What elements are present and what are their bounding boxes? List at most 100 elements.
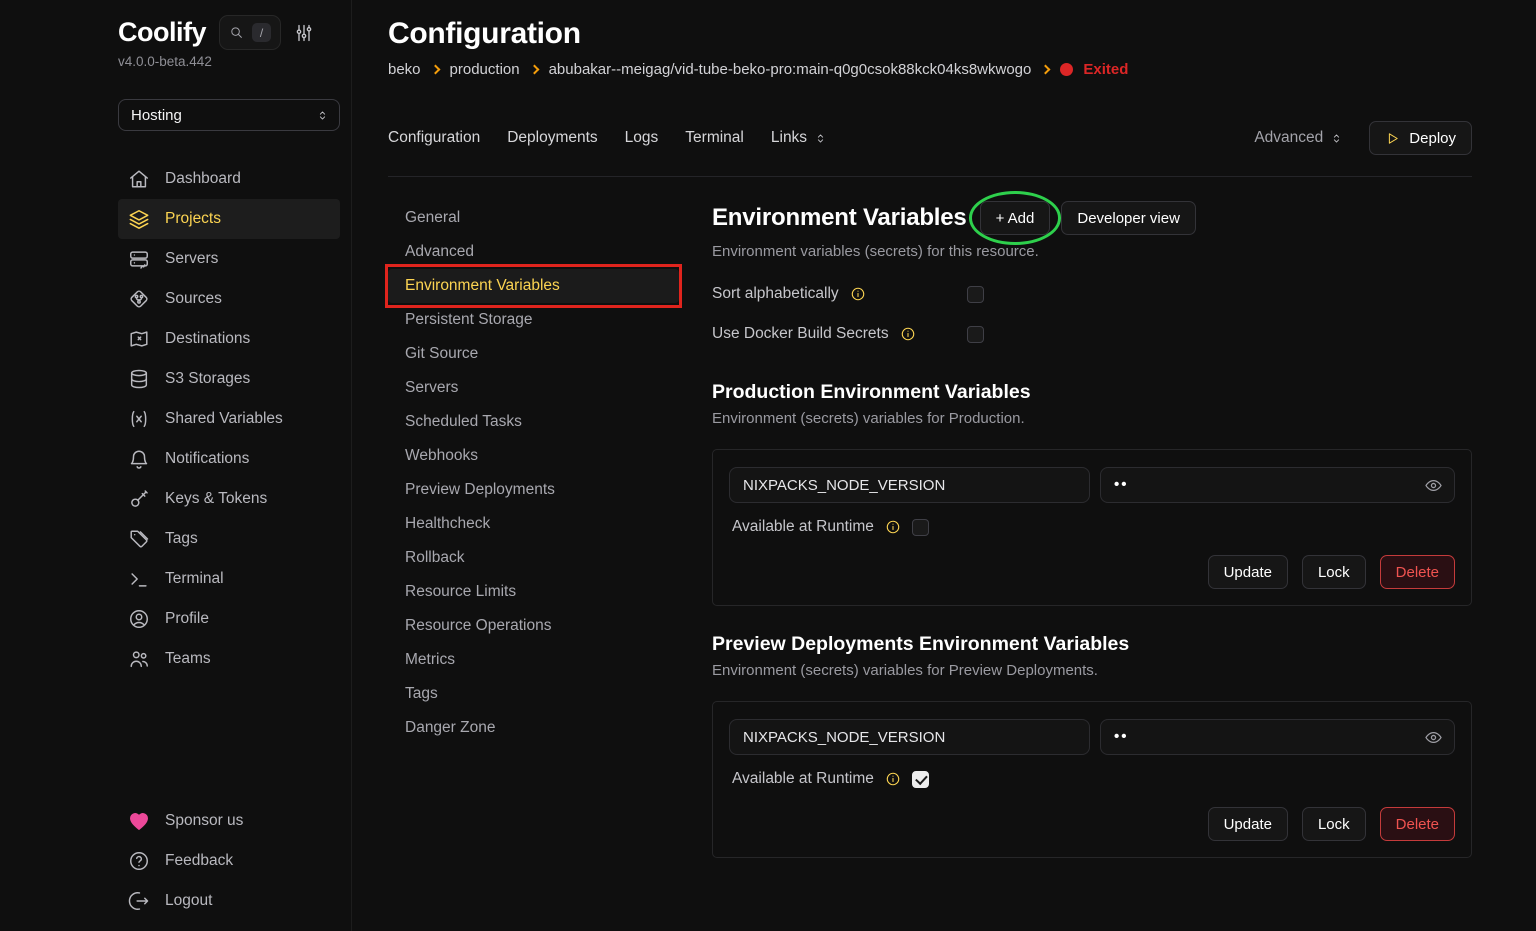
breadcrumb-item[interactable]: beko bbox=[388, 61, 421, 78]
subnav-item-general[interactable]: General bbox=[388, 201, 679, 235]
reveal-value-button[interactable] bbox=[1424, 476, 1443, 495]
sidebar-item-label: Sources bbox=[165, 290, 222, 308]
tab-configuration[interactable]: Configuration bbox=[388, 129, 480, 147]
deploy-button[interactable]: Deploy bbox=[1369, 121, 1472, 155]
sidebar-item-dashboard[interactable]: Dashboard bbox=[118, 159, 340, 199]
sidebar-item-logout[interactable]: Logout bbox=[118, 881, 340, 921]
team-select-value: Hosting bbox=[131, 107, 182, 124]
sidebar-item-label: Shared Variables bbox=[165, 410, 283, 428]
sidebar-item-s3-storages[interactable]: S3 Storages bbox=[118, 359, 340, 399]
subnav-item-webhooks[interactable]: Webhooks bbox=[388, 439, 679, 473]
terminal-icon bbox=[128, 568, 150, 590]
sidebar-item-label: Profile bbox=[165, 610, 209, 628]
settings-sliders-button[interactable] bbox=[294, 23, 314, 43]
sidebar-item-sources[interactable]: Sources bbox=[118, 279, 340, 319]
sidebar: Coolify / v4.0.0-beta.442 Hosting Dashbo… bbox=[0, 0, 352, 931]
env-var-card: •• Available at Runtime bbox=[712, 701, 1472, 858]
sidebar-item-terminal[interactable]: Terminal bbox=[118, 559, 340, 599]
section-description: Environment variables (secrets) for this… bbox=[712, 243, 1472, 260]
info-icon bbox=[900, 326, 916, 342]
subnav-item-git-source[interactable]: Git Source bbox=[388, 337, 679, 371]
help-icon bbox=[128, 850, 150, 872]
git-icon bbox=[128, 288, 150, 310]
subnav-item-danger-zone[interactable]: Danger Zone bbox=[388, 711, 679, 745]
subnav-item-metrics[interactable]: Metrics bbox=[388, 643, 679, 677]
breadcrumb-item[interactable]: production bbox=[450, 61, 520, 78]
sidebar-item-profile[interactable]: Profile bbox=[118, 599, 340, 639]
subnav-item-tags[interactable]: Tags bbox=[388, 677, 679, 711]
tab-terminal[interactable]: Terminal bbox=[685, 129, 744, 147]
tab-logs[interactable]: Logs bbox=[625, 129, 659, 147]
sidebar-item-destinations[interactable]: Destinations bbox=[118, 319, 340, 359]
team-select[interactable]: Hosting bbox=[118, 99, 340, 131]
subnav-item-resource-operations[interactable]: Resource Operations bbox=[388, 609, 679, 643]
sliders-icon bbox=[294, 23, 314, 43]
sidebar-item-shared-variables[interactable]: Shared Variables bbox=[118, 399, 340, 439]
app-version: v4.0.0-beta.442 bbox=[118, 54, 340, 69]
developer-view-button[interactable]: Developer view bbox=[1061, 201, 1196, 235]
env-var-value-field[interactable]: •• bbox=[1100, 467, 1455, 503]
available-at-runtime-checkbox[interactable] bbox=[912, 519, 929, 536]
breadcrumb-item[interactable]: abubakar--meigag/vid-tube-beko-pro:main-… bbox=[549, 61, 1032, 78]
sidebar-item-label: Servers bbox=[165, 250, 218, 268]
env-var-value-field[interactable]: •• bbox=[1100, 719, 1455, 755]
lock-button[interactable]: Lock bbox=[1302, 807, 1366, 841]
delete-button[interactable]: Delete bbox=[1380, 555, 1455, 589]
available-at-runtime-row: Available at Runtime bbox=[729, 518, 1455, 536]
subnav-item-persistent-storage[interactable]: Persistent Storage bbox=[388, 303, 679, 337]
sidebar-item-keys-tokens[interactable]: Keys & Tokens bbox=[118, 479, 340, 519]
chevron-right-icon bbox=[529, 65, 539, 75]
lock-button[interactable]: Lock bbox=[1302, 555, 1366, 589]
section-description: Environment (secrets) variables for Prev… bbox=[712, 662, 1472, 679]
update-button[interactable]: Update bbox=[1208, 555, 1288, 589]
subnav-item-scheduled-tasks[interactable]: Scheduled Tasks bbox=[388, 405, 679, 439]
subnav-item-preview-deployments[interactable]: Preview Deployments bbox=[388, 473, 679, 507]
add-env-var-button[interactable]: + Add bbox=[980, 201, 1051, 235]
sidebar-footer-nav: Sponsor usFeedbackLogout bbox=[118, 801, 340, 921]
subnav-item-resource-limits[interactable]: Resource Limits bbox=[388, 575, 679, 609]
section-title: Preview Deployments Environment Variable… bbox=[712, 633, 1472, 656]
play-icon bbox=[1385, 131, 1400, 146]
sidebar-item-teams[interactable]: Teams bbox=[118, 639, 340, 679]
sidebar-item-label: Teams bbox=[165, 650, 211, 668]
tab-label: Logs bbox=[625, 129, 659, 147]
search-button[interactable]: / bbox=[219, 15, 281, 50]
env-var-name-input[interactable] bbox=[729, 467, 1090, 503]
breadcrumb: beko production abubakar--meigag/vid-tube-… bbox=[388, 61, 1472, 78]
update-button[interactable]: Update bbox=[1208, 807, 1288, 841]
subnav-item-label: Persistent Storage bbox=[405, 311, 533, 328]
subnav-item-rollback[interactable]: Rollback bbox=[388, 541, 679, 575]
tag-icon bbox=[128, 528, 150, 550]
reveal-value-button[interactable] bbox=[1424, 728, 1443, 747]
masked-value: •• bbox=[1114, 728, 1129, 745]
resource-tabs: Configuration Deployments Logs Terminal Link… bbox=[388, 121, 1472, 155]
chevron-right-icon bbox=[1041, 65, 1051, 75]
chevron-updown-icon bbox=[814, 132, 827, 145]
sidebar-item-servers[interactable]: Servers bbox=[118, 239, 340, 279]
eye-icon bbox=[1424, 476, 1443, 495]
sidebar-item-label: Keys & Tokens bbox=[165, 490, 267, 508]
chevron-updown-icon bbox=[316, 109, 329, 122]
sidebar-nav: DashboardProjects Servers Sources Destinati… bbox=[118, 159, 340, 679]
available-at-runtime-checkbox[interactable] bbox=[912, 771, 929, 788]
subnav-item-advanced[interactable]: Advanced bbox=[388, 235, 679, 269]
subnav-item-servers[interactable]: Servers bbox=[388, 371, 679, 405]
subnav-item-healthcheck[interactable]: Healthcheck bbox=[388, 507, 679, 541]
docker-build-secrets-checkbox[interactable] bbox=[967, 326, 984, 343]
subnav-item-label: Metrics bbox=[405, 651, 455, 668]
sidebar-item-notifications[interactable]: Notifications bbox=[118, 439, 340, 479]
sidebar-item-projects[interactable]: Projects bbox=[118, 199, 340, 239]
advanced-dropdown[interactable]: Advanced bbox=[1254, 129, 1343, 147]
env-var-name-input[interactable] bbox=[729, 719, 1090, 755]
sidebar-item-sponsor-us[interactable]: Sponsor us bbox=[118, 801, 340, 841]
subnav-item-label: Resource Limits bbox=[405, 583, 516, 600]
app-logo[interactable]: Coolify bbox=[118, 17, 206, 48]
sidebar-item-feedback[interactable]: Feedback bbox=[118, 841, 340, 881]
user-icon bbox=[128, 608, 150, 630]
sort-alphabetically-checkbox[interactable] bbox=[967, 286, 984, 303]
tab-links[interactable]: Links bbox=[771, 129, 827, 147]
subnav-item-environment-variables[interactable]: Environment Variables bbox=[388, 269, 679, 303]
sidebar-item-tags[interactable]: Tags bbox=[118, 519, 340, 559]
delete-button[interactable]: Delete bbox=[1380, 807, 1455, 841]
tab-deployments[interactable]: Deployments bbox=[507, 129, 597, 147]
